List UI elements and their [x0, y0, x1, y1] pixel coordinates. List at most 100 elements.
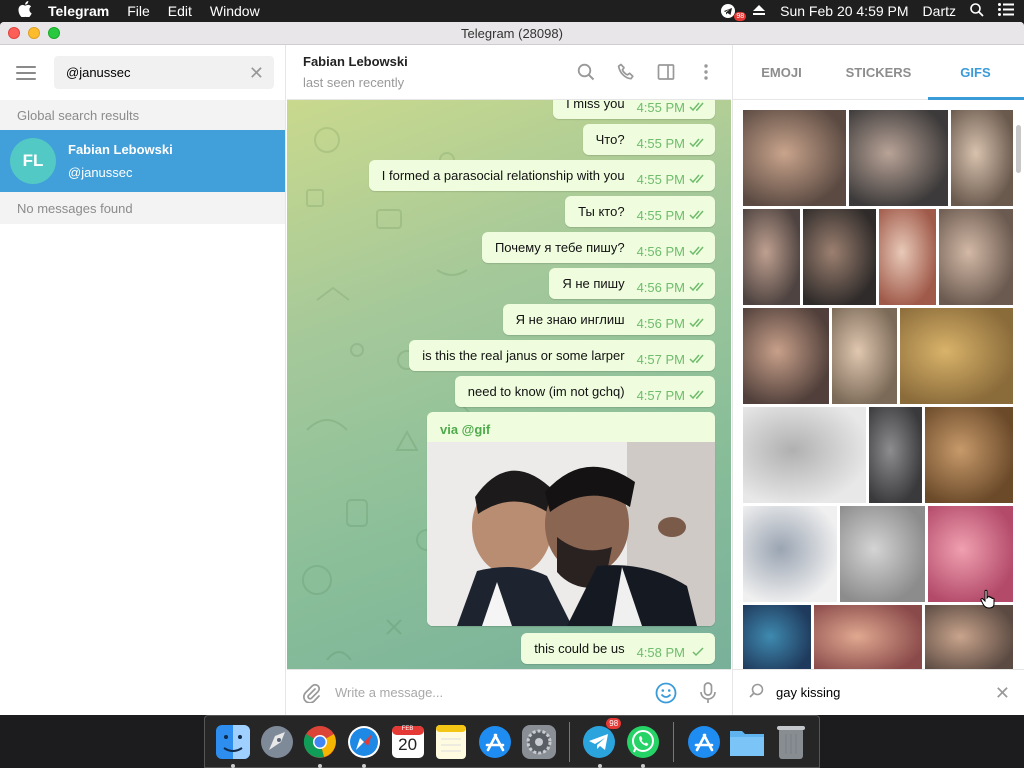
message-bubble[interactable]: need to know (im not gchq) 4:57 PM [454, 376, 715, 407]
gif-search-input[interactable] [776, 685, 995, 700]
menu-window[interactable]: Window [210, 3, 260, 19]
eject-icon[interactable] [752, 3, 766, 19]
message-input[interactable] [335, 685, 655, 700]
result-handle: @janussec [68, 165, 133, 180]
active-tab-indicator [928, 97, 1024, 100]
message-text: Ты кто? [578, 204, 625, 219]
message-bubble[interactable]: Ты кто? 4:55 PM [565, 196, 715, 227]
whatsapp-icon[interactable] [623, 722, 663, 768]
gif-thumbnail[interactable] [879, 209, 936, 305]
hand-cursor-icon [980, 589, 996, 614]
app-store-icon[interactable] [475, 722, 515, 762]
message-bubble[interactable]: this could be us 4:58 PM [521, 633, 715, 664]
double-check-icon [689, 282, 707, 292]
menubar-user[interactable]: Dartz [923, 3, 956, 19]
app-store-downloads-icon[interactable] [684, 722, 724, 762]
double-check-icon [689, 246, 707, 256]
calendar-icon[interactable]: FEB 20 [388, 722, 428, 762]
microphone-icon[interactable] [699, 681, 717, 704]
via-bot-label[interactable]: via @gif [427, 412, 715, 442]
gif-thumbnail[interactable] [925, 407, 1013, 503]
message-bubble[interactable]: I miss you 4:55 PM [553, 100, 715, 119]
gif-thumbnail[interactable] [743, 605, 811, 670]
message-bubble[interactable]: is this the real janus or some larper 4:5… [409, 340, 715, 371]
menu-edit[interactable]: Edit [168, 3, 192, 19]
tab-emoji[interactable]: EMOJI [733, 45, 830, 99]
emoji-sticker-gif-panel: EMOJI STICKERS GIFS ✕ [732, 45, 1024, 715]
gif-thumbnail[interactable] [743, 110, 846, 206]
search-result-item[interactable]: FL Fabian Lebowski @janussec [0, 130, 285, 192]
gif-thumbnail[interactable] [925, 605, 1013, 670]
chrome-icon[interactable] [300, 722, 340, 768]
message-time: 4:56 PM [636, 243, 685, 259]
dock-separator [568, 721, 570, 762]
search-icon[interactable] [577, 63, 595, 81]
gif-thumbnail[interactable] [743, 209, 800, 305]
gif-thumbnail[interactable] [900, 308, 1013, 404]
telegram-status-icon[interactable]: 98 [720, 3, 747, 21]
gif-thumbnail[interactable] [869, 407, 922, 503]
double-check-icon [689, 390, 707, 400]
calendar-day: 20 [398, 734, 418, 754]
main-menu-icon[interactable] [16, 65, 36, 80]
clear-gif-search-icon[interactable]: ✕ [995, 684, 1010, 702]
peer-name[interactable]: Fabian Lebowski [303, 54, 408, 69]
double-check-icon [689, 318, 707, 328]
message-time: 4:55 PM [636, 207, 685, 223]
emoji-icon[interactable] [655, 682, 677, 704]
more-options-icon[interactable] [697, 63, 715, 81]
chat-pane: Fabian Lebowski last seen recently I mis… [287, 45, 731, 715]
message-list[interactable]: I miss you 4:55 PM Что? 4:55 PM I formed a… [287, 100, 731, 669]
folder-icon[interactable] [728, 722, 768, 762]
gif-thumbnail[interactable] [814, 605, 922, 670]
system-preferences-icon[interactable] [519, 722, 559, 762]
running-indicator [597, 763, 602, 768]
menu-file[interactable]: File [127, 3, 150, 19]
message-bubble[interactable]: Я не знаю инглиш 4:56 PM [502, 304, 715, 335]
notes-icon[interactable] [431, 722, 471, 762]
search-icon [749, 683, 764, 703]
gif-thumbnail[interactable] [840, 506, 925, 602]
telegram-icon[interactable]: 98 [580, 717, 622, 768]
clear-search-icon[interactable]: ✕ [249, 64, 264, 82]
gif-thumbnail[interactable] [951, 110, 1013, 206]
gif-thumbnail[interactable] [849, 110, 948, 206]
gif-thumbnail[interactable] [832, 308, 897, 404]
menu-app-name[interactable]: Telegram [48, 3, 109, 19]
safari-icon[interactable] [344, 722, 384, 768]
finder-icon[interactable] [213, 722, 253, 768]
gif-thumbnail[interactable] [928, 506, 1013, 602]
message-bubble[interactable]: Почему я тебе пишу? 4:56 PM [481, 232, 715, 263]
launchpad-icon[interactable] [257, 722, 297, 762]
sidebar-toggle-icon[interactable] [657, 63, 675, 81]
scrollbar[interactable] [1016, 125, 1021, 173]
message-text: I formed a parasocial relationship with … [381, 168, 625, 183]
tab-gifs[interactable]: GIFS [927, 45, 1024, 99]
message-bubble[interactable]: Я не пишу 4:56 PM [549, 268, 715, 299]
message-time: 4:56 PM [636, 279, 685, 295]
message-time: 4:55 PM [636, 135, 685, 151]
search-input[interactable] [66, 65, 249, 80]
gif-media[interactable] [427, 442, 715, 626]
gif-message[interactable]: via @gif [427, 412, 715, 626]
trash-icon[interactable] [771, 722, 811, 762]
apple-menu-icon[interactable] [18, 1, 48, 21]
phone-call-icon[interactable] [617, 63, 635, 81]
spotlight-icon[interactable] [970, 2, 984, 20]
gif-thumbnail[interactable] [743, 308, 829, 404]
message-bubble[interactable]: Что? 4:55 PM [582, 124, 715, 155]
gif-thumbnail[interactable] [743, 506, 837, 602]
gif-thumbnail[interactable] [803, 209, 876, 305]
message-time: 4:57 PM [636, 351, 685, 367]
telegram-window: Telegram (28098) ✕ Global search results… [0, 22, 1024, 715]
gif-thumbnail[interactable] [939, 209, 1013, 305]
menubar-clock[interactable]: Sun Feb 20 4:59 PM [780, 3, 908, 19]
title-bar[interactable]: Telegram (28098) [0, 22, 1024, 45]
message-bubble[interactable]: I formed a parasocial relationship with … [368, 160, 715, 191]
gif-results-grid[interactable] [743, 110, 1013, 670]
gif-thumbnail[interactable] [743, 407, 866, 503]
notification-center-icon[interactable] [998, 3, 1014, 19]
search-box[interactable]: ✕ [54, 56, 274, 89]
attach-icon[interactable] [301, 683, 321, 703]
tab-stickers[interactable]: STICKERS [830, 45, 927, 99]
